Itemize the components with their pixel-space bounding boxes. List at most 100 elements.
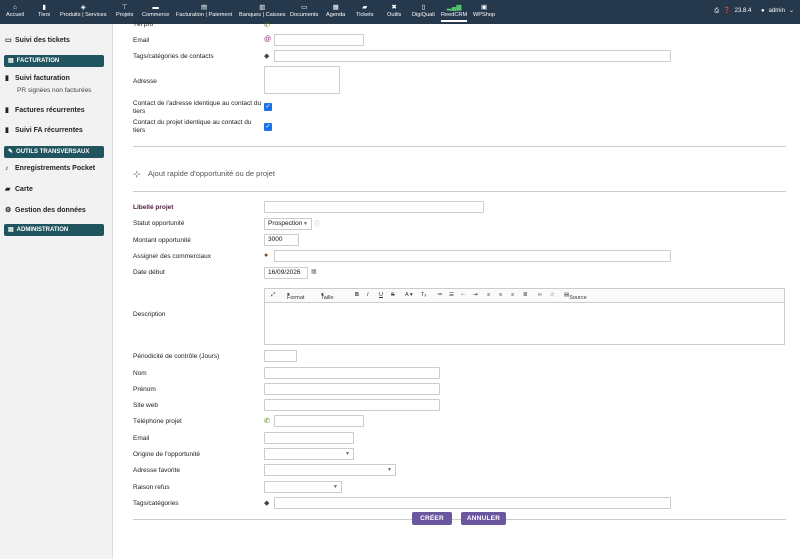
cancel-button[interactable]: ANNULER — [461, 512, 506, 525]
nav-agenda[interactable]: ▦ Agenda — [326, 3, 345, 19]
nav-commerce[interactable]: ▬ Commerce — [142, 3, 169, 19]
align-center-icon[interactable]: ≡ — [499, 292, 502, 298]
size-dropdown[interactable]: Taille ▾ — [321, 292, 334, 301]
chevron-down-icon[interactable]: ⌄ — [789, 8, 794, 14]
nav-outils[interactable]: ✖ Outils — [387, 3, 401, 19]
italic-icon[interactable]: I — [367, 292, 369, 298]
underline-icon[interactable]: U — [379, 292, 383, 298]
print-icon[interactable]: ⎙ — [714, 8, 719, 14]
link-icon[interactable]: ∞ — [538, 292, 542, 298]
sidebar-item-tickets[interactable]: ▭ Suivi des tickets — [5, 36, 70, 44]
date-label: Date début — [133, 269, 165, 276]
adresse-fav-select[interactable]: ▼ — [264, 464, 396, 476]
nav-digiquali[interactable]: ▯ DigiQuali — [412, 3, 435, 19]
assigner-input[interactable] — [274, 250, 671, 262]
telephone-label: Téléphone projet — [133, 418, 182, 425]
sidebar-item-factures-recurrentes[interactable]: ▮ Factures récurrentes — [5, 106, 85, 114]
chevron-down-icon: ▼ — [303, 221, 308, 227]
sidebar-item-gestion[interactable]: ⚙ Gestion des données — [5, 206, 86, 214]
statut-select[interactable]: Prospection ▼ — [264, 218, 312, 230]
sidebar-item-carte[interactable]: ▰ Carte — [5, 185, 33, 193]
adresse-fav-label: Adresse favorite — [133, 467, 180, 474]
clear-format-icon[interactable]: Tₓ — [421, 292, 426, 298]
format-dropdown[interactable]: Format ▾ — [287, 292, 304, 301]
left-sidebar: ▭ Suivi des tickets ▤ FACTURATION ▮ Suivi f… — [0, 24, 113, 559]
sitemap-icon: ⊹ — [133, 169, 141, 179]
top-navigation-bar: ⌂ Accueil ▮ Tiers ◈ Produits | Services ⊤ Pr… — [0, 0, 800, 24]
nav-accueil[interactable]: ⌂ Accueil — [6, 3, 24, 19]
description-editor[interactable]: ⤢ Format ▾ Taille ▾ B I U S A ▾ Tₓ ≔ ☰ ⇤… — [264, 288, 785, 345]
microphone-icon: ♪ — [5, 165, 9, 172]
chevron-down-icon: ▼ — [333, 484, 338, 490]
periodicite-input[interactable] — [264, 350, 297, 362]
sidebar-item-pr-signees[interactable]: PR signées non facturées — [17, 87, 91, 94]
nav-reedcrm[interactable]: ▂▄▆ ReedCRM — [441, 3, 468, 22]
tags-contacts-input[interactable] — [274, 50, 671, 62]
outdent-icon[interactable]: ⇤ — [461, 292, 466, 298]
source-button[interactable]: ▤ Source — [564, 292, 587, 301]
strike-icon[interactable]: S — [391, 292, 395, 298]
bold-icon[interactable]: B — [355, 292, 359, 298]
calendar-icon[interactable]: ▦ — [311, 268, 317, 275]
periodicite-label: Périodicité de contrôle (Jours) — [133, 353, 220, 360]
statut-label: Statut opportunité — [133, 220, 185, 227]
unlink-icon[interactable]: ⊘ — [550, 292, 555, 298]
libelle-input[interactable] — [264, 201, 484, 213]
tag-icon: ◆ — [264, 53, 270, 60]
siteweb-input[interactable] — [264, 399, 440, 411]
maximize-icon[interactable]: ⤢ — [271, 292, 275, 299]
raison-label: Raison refus — [133, 484, 170, 491]
sidebar-head-outils[interactable]: ✎ OUTILS TRANSVERSAUX — [4, 146, 104, 158]
tags-contacts-label: Tags/catégories de contacts — [133, 53, 214, 60]
main-content: Tél pro ✆ Email @ Tags/catégories de con… — [113, 21, 800, 559]
telephone-input[interactable] — [274, 415, 364, 427]
cube-icon: ◈ — [80, 4, 86, 11]
tags-input[interactable] — [274, 497, 671, 509]
numbered-list-icon[interactable]: ≔ — [437, 292, 443, 298]
home-icon: ⌂ — [13, 4, 17, 11]
help-icon[interactable]: ❓ — [723, 8, 730, 14]
user-icon: ● — [761, 8, 765, 14]
bullet-list-icon[interactable]: ☰ — [449, 292, 454, 298]
tools-icon: ✖ — [391, 4, 397, 11]
justify-icon[interactable]: ≣ — [523, 292, 528, 298]
sidebar-head-facturation[interactable]: ▤ FACTURATION — [4, 55, 104, 67]
sidebar-item-enregistrements[interactable]: ♪ Enregistrements Pocket — [5, 165, 95, 172]
nav-tiers[interactable]: ▮ Tiers — [38, 3, 50, 19]
prenom-input[interactable] — [264, 383, 440, 395]
nav-wpshop[interactable]: ▣ WPShop — [473, 3, 495, 19]
nav-documents[interactable]: ▭ Documents — [290, 3, 318, 19]
wrench-icon: ✎ — [8, 149, 14, 155]
align-right-icon[interactable]: ≡ — [511, 292, 514, 298]
email-field[interactable] — [274, 34, 364, 46]
contact-adresse-checkbox[interactable]: ✓ — [264, 103, 272, 111]
text-color-icon[interactable]: A ▾ — [405, 292, 413, 298]
ticket-icon: ▭ — [5, 37, 12, 44]
info-icon[interactable]: ⓘ — [314, 219, 320, 228]
indent-icon[interactable]: ⇥ — [473, 292, 478, 298]
email2-input[interactable] — [264, 432, 354, 444]
adresse-textarea[interactable] — [264, 66, 340, 94]
montant-label: Montant opportunité — [133, 237, 191, 244]
tel-pro-label: Tél pro — [133, 21, 154, 28]
sidebar-head-administration[interactable]: ▤ ADMINISTRATION — [4, 224, 104, 236]
nom-input[interactable] — [264, 367, 440, 379]
montant-input[interactable]: 3000 — [264, 234, 299, 246]
calendar-icon: ▦ — [332, 4, 339, 11]
nav-tickets[interactable]: ▰ Tickets — [356, 3, 374, 19]
nav-banques[interactable]: ▥ Banques | Caisses — [239, 3, 286, 19]
align-left-icon[interactable]: ≡ — [487, 292, 490, 298]
user-menu[interactable]: admin — [769, 8, 785, 14]
nav-produits[interactable]: ◈ Produits | Services — [60, 3, 107, 19]
sidebar-item-suivi-fa[interactable]: ▮ Suivi FA récurrentes — [5, 126, 83, 134]
nav-facturation[interactable]: ▤ Facturation | Paiement — [176, 3, 232, 19]
version-label: 23.8.4 — [734, 8, 752, 14]
create-button[interactable]: CRÉER — [412, 512, 452, 525]
raison-select[interactable]: ▼ — [264, 481, 342, 493]
nav-projets[interactable]: ⊤ Projets — [116, 3, 133, 19]
origine-select[interactable]: ▼ — [264, 448, 354, 460]
prenom-label: Prénom — [133, 386, 156, 393]
date-input[interactable]: 16/09/2026 — [264, 267, 308, 279]
sidebar-item-suivi-facturation[interactable]: ▮ Suivi facturation — [5, 74, 70, 82]
contact-projet-checkbox[interactable]: ✓ — [264, 123, 272, 131]
